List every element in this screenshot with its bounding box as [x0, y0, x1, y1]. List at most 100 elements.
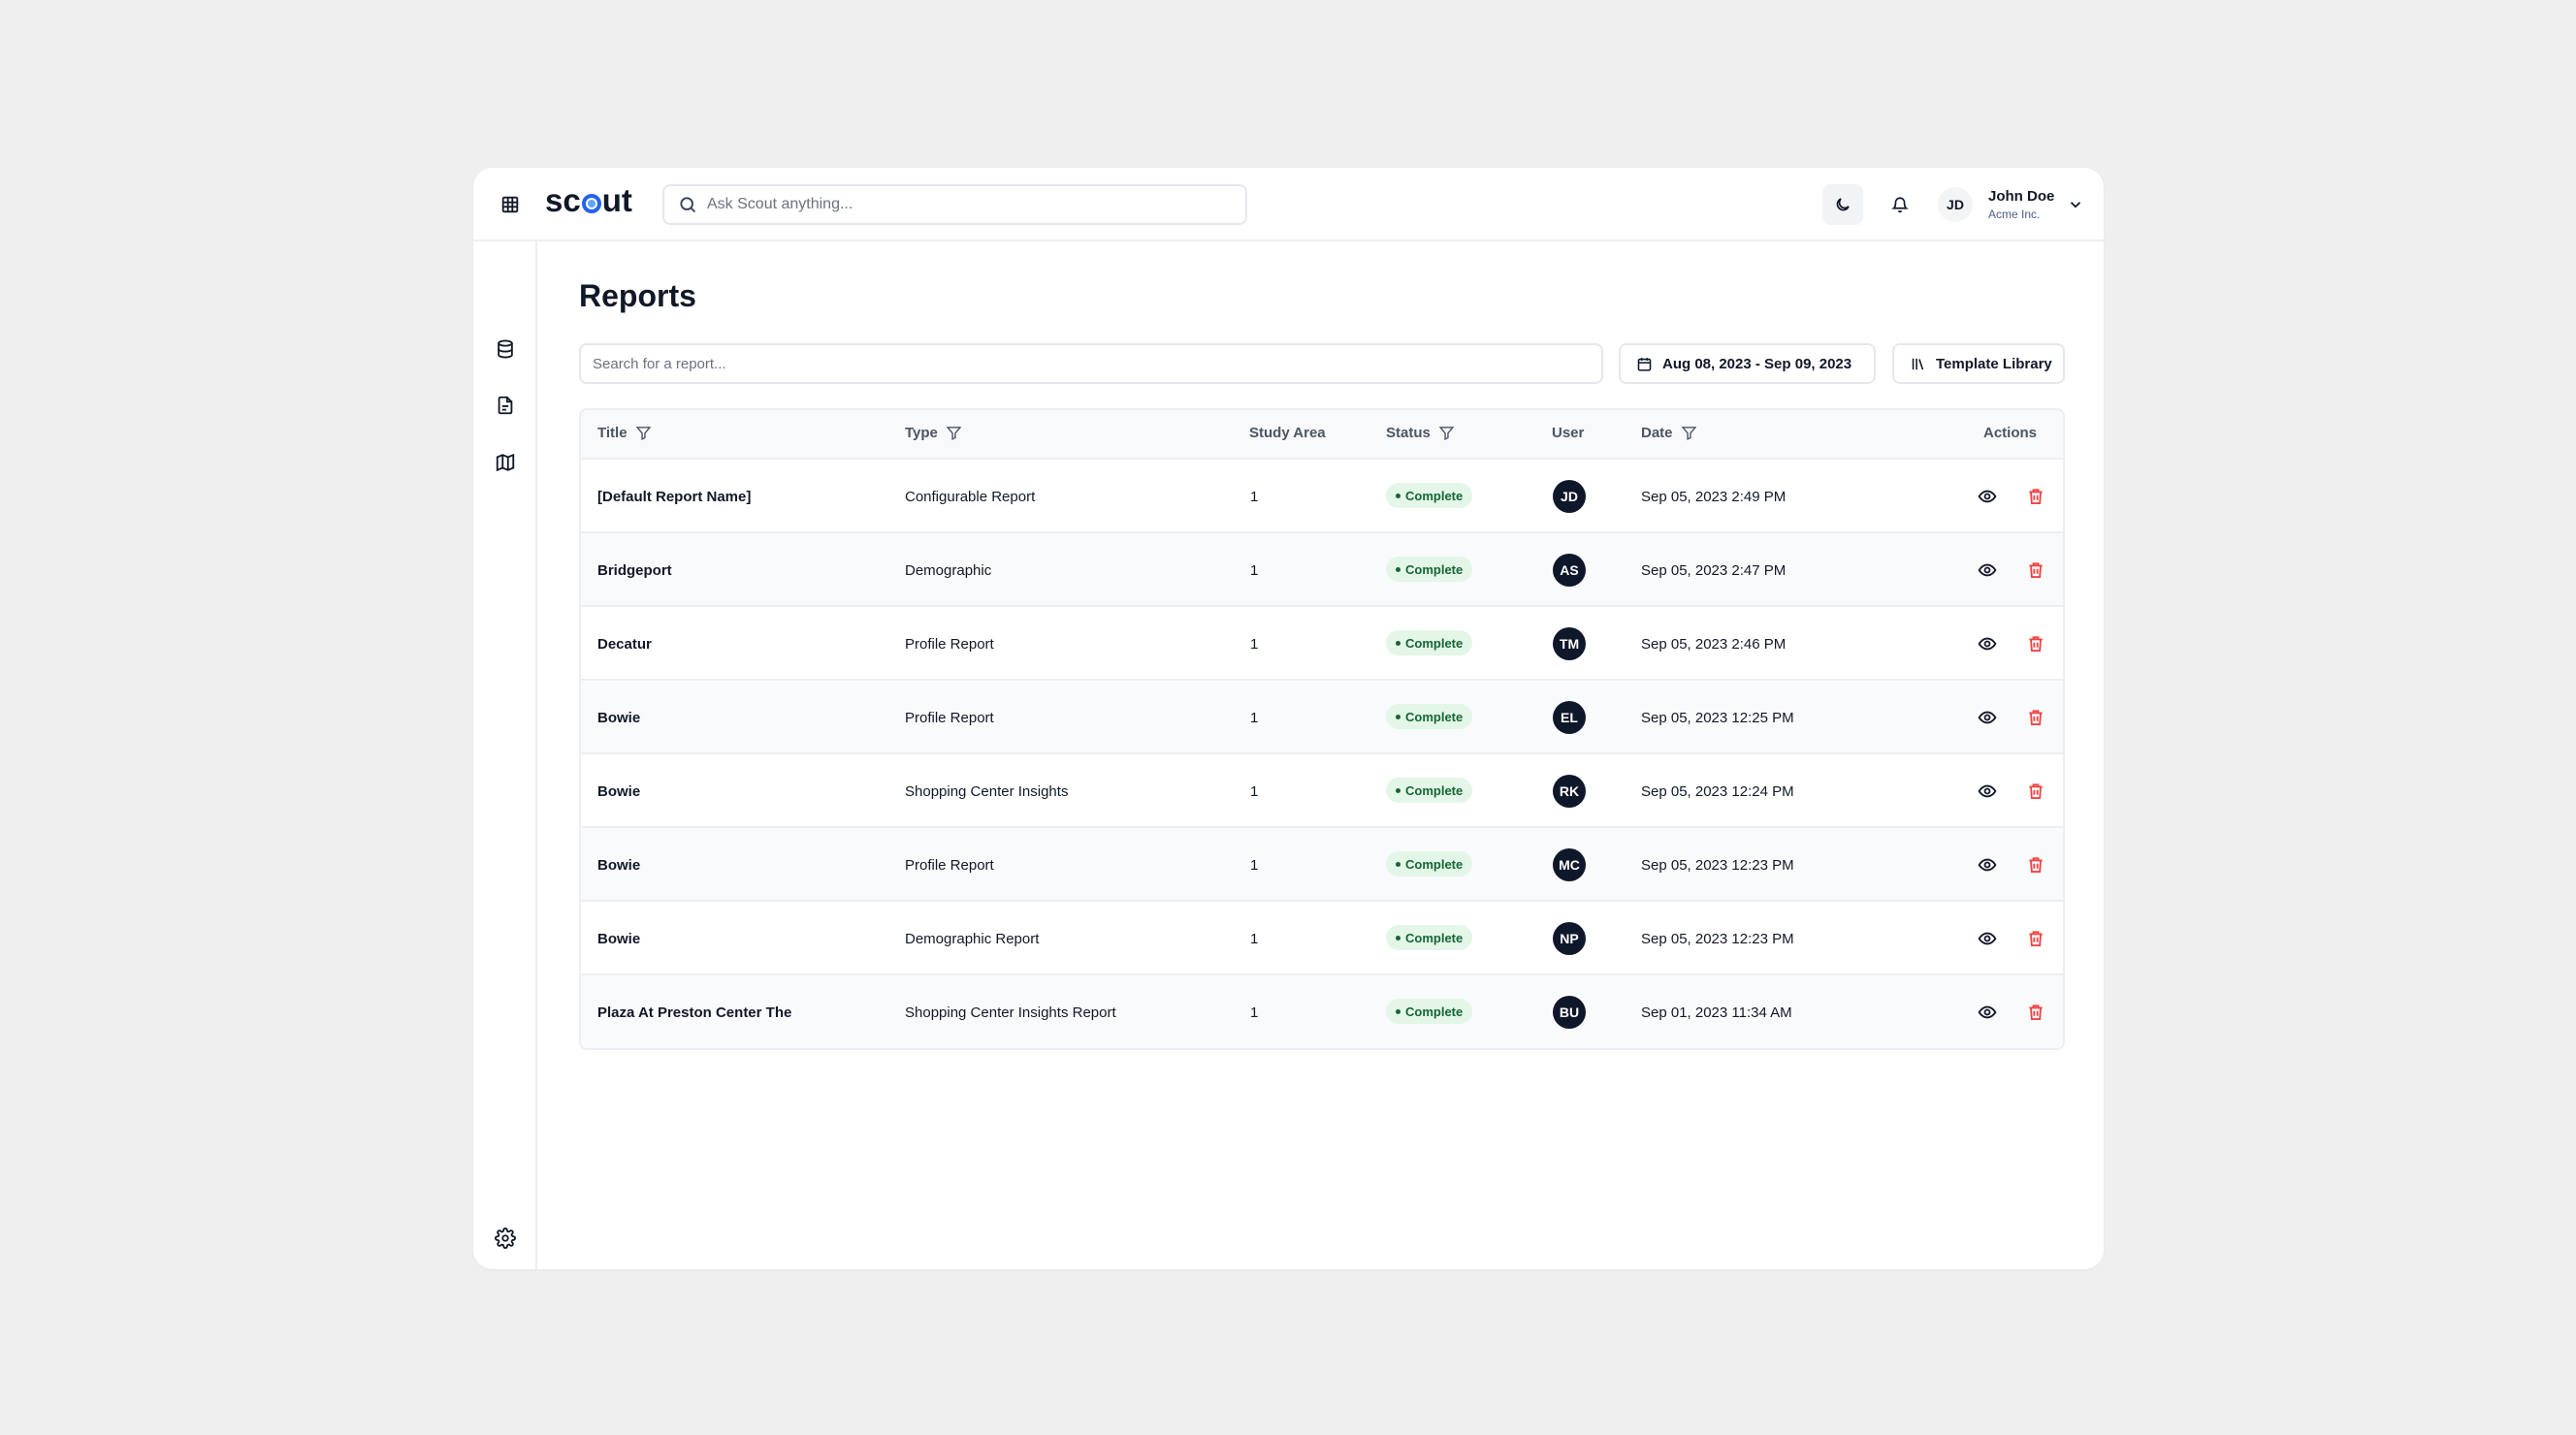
report-search[interactable]	[579, 343, 1603, 384]
report-date: Sep 05, 2023 12:23 PM	[1641, 857, 1794, 874]
report-date: Sep 05, 2023 2:47 PM	[1641, 562, 1787, 579]
table-row[interactable]: [Default Report Name] Configurable Repor…	[581, 460, 2063, 533]
report-search-input[interactable]	[593, 355, 1601, 372]
trash-icon[interactable]	[2026, 929, 2045, 948]
eye-icon[interactable]	[1978, 781, 1997, 801]
report-study-area: 1	[1250, 562, 1259, 579]
report-type: Profile Report	[905, 710, 994, 726]
status-label: Complete	[1405, 782, 1464, 798]
report-study-area: 1	[1250, 636, 1259, 653]
table-row[interactable]: Bowie Demographic Report 1 Complete NP S…	[581, 902, 2063, 975]
report-title[interactable]: Bowie	[597, 931, 640, 947]
report-title[interactable]: [Default Report Name]	[597, 489, 751, 505]
map-icon[interactable]	[495, 452, 516, 473]
status-label: Complete	[1405, 930, 1464, 945]
status-label: Complete	[1405, 561, 1464, 577]
trash-icon[interactable]	[2026, 487, 2045, 506]
report-title[interactable]: Bowie	[597, 783, 640, 800]
report-study-area: 1	[1250, 489, 1259, 505]
column-status-label: Status	[1386, 425, 1431, 441]
column-title[interactable]: Title	[597, 425, 652, 441]
report-title[interactable]: Bowie	[597, 857, 640, 874]
status-badge: Complete	[1386, 851, 1473, 877]
user-avatar: MC	[1553, 848, 1586, 881]
table-row[interactable]: Plaza At Preston Center The Shopping Cen…	[581, 975, 2063, 1048]
file-icon[interactable]	[495, 395, 516, 416]
top-bar: scut JD John Doe Acme Inc.	[473, 168, 2104, 241]
trash-icon[interactable]	[2026, 634, 2045, 654]
filter-icon[interactable]	[635, 425, 652, 441]
report-date: Sep 05, 2023 12:23 PM	[1641, 931, 1794, 947]
chevron-down-icon[interactable]	[2067, 196, 2084, 213]
user-name[interactable]: John Doe	[1988, 188, 2054, 205]
logo-text-end: ut	[601, 182, 632, 218]
status-dot	[1396, 861, 1401, 867]
eye-icon[interactable]	[1978, 634, 1997, 654]
report-title[interactable]: Decatur	[597, 636, 652, 653]
column-actions-label: Actions	[1983, 425, 2038, 441]
global-search[interactable]	[662, 184, 1247, 225]
column-date[interactable]: Date	[1641, 425, 1697, 441]
theme-toggle-button[interactable]	[1822, 184, 1863, 225]
template-library-button[interactable]: Template Library	[1892, 343, 2065, 384]
eye-icon[interactable]	[1978, 929, 1997, 948]
table-row[interactable]: Bowie Shopping Center Insights 1 Complet…	[581, 754, 2063, 828]
column-status[interactable]: Status	[1386, 425, 1455, 441]
report-title[interactable]: Bridgeport	[597, 562, 672, 579]
eye-icon[interactable]	[1978, 1003, 1997, 1022]
scout-logo[interactable]: sc ut	[545, 181, 632, 220]
logo-text-start: sc	[545, 182, 581, 218]
search-icon	[680, 197, 696, 213]
status-dot	[1396, 787, 1401, 793]
report-title[interactable]: Plaza At Preston Center The	[597, 1004, 791, 1021]
trash-icon[interactable]	[2026, 1003, 2045, 1022]
report-date: Sep 05, 2023 12:25 PM	[1641, 710, 1794, 726]
moon-icon	[1836, 198, 1850, 211]
column-type[interactable]: Type	[905, 425, 962, 441]
status-label: Complete	[1405, 488, 1464, 503]
status-dot	[1396, 493, 1401, 498]
sidebar	[473, 241, 537, 1269]
status-label: Complete	[1405, 709, 1464, 724]
user-avatar: JD	[1553, 480, 1586, 513]
date-range-label: Aug 08, 2023 - Sep 09, 2023	[1662, 355, 1852, 372]
table-row[interactable]: Bowie Profile Report 1 Complete MC Sep 0…	[581, 828, 2063, 902]
notifications-button[interactable]	[1880, 184, 1920, 225]
date-range-button[interactable]: Aug 08, 2023 - Sep 09, 2023	[1619, 343, 1876, 384]
status-badge: Complete	[1386, 778, 1473, 803]
filter-icon[interactable]	[1438, 425, 1455, 441]
global-search-input[interactable]	[707, 196, 1231, 213]
table-row[interactable]: Decatur Profile Report 1 Complete TM Sep…	[581, 607, 2063, 681]
report-date: Sep 01, 2023 11:34 AM	[1641, 1004, 1792, 1021]
app-window: scut JD John Doe Acme Inc.	[473, 168, 2104, 1269]
user-avatar[interactable]: JD	[1938, 187, 1973, 222]
trash-icon[interactable]	[2026, 855, 2045, 875]
eye-icon[interactable]	[1978, 855, 1997, 875]
eye-icon[interactable]	[1978, 560, 1997, 580]
table-row[interactable]: Bridgeport Demographic 1 Complete AS Sep…	[581, 533, 2063, 607]
report-type: Shopping Center Insights Report	[905, 1004, 1116, 1021]
table-row[interactable]: Bowie Profile Report 1 Complete EL Sep 0…	[581, 681, 2063, 754]
report-type: Profile Report	[905, 857, 994, 874]
filter-icon[interactable]	[946, 425, 962, 441]
column-date-label: Date	[1641, 425, 1673, 441]
status-badge: Complete	[1386, 557, 1473, 582]
report-study-area: 1	[1250, 1004, 1259, 1021]
eye-icon[interactable]	[1978, 487, 1997, 506]
database-icon[interactable]	[495, 338, 516, 360]
trash-icon[interactable]	[2026, 781, 2045, 801]
grid-icon[interactable]	[499, 194, 521, 215]
report-title[interactable]: Bowie	[597, 710, 640, 726]
status-label: Complete	[1405, 1004, 1464, 1019]
status-label: Complete	[1405, 635, 1464, 651]
trash-icon[interactable]	[2026, 708, 2045, 727]
trash-icon[interactable]	[2026, 560, 2045, 580]
report-type: Demographic	[905, 562, 992, 579]
user-avatar: EL	[1553, 701, 1586, 734]
report-date: Sep 05, 2023 2:46 PM	[1641, 636, 1787, 653]
gear-icon[interactable]	[495, 1228, 516, 1249]
column-title-label: Title	[597, 425, 628, 441]
eye-icon[interactable]	[1978, 708, 1997, 727]
status-dot	[1396, 566, 1401, 572]
filter-icon[interactable]	[1681, 425, 1697, 441]
